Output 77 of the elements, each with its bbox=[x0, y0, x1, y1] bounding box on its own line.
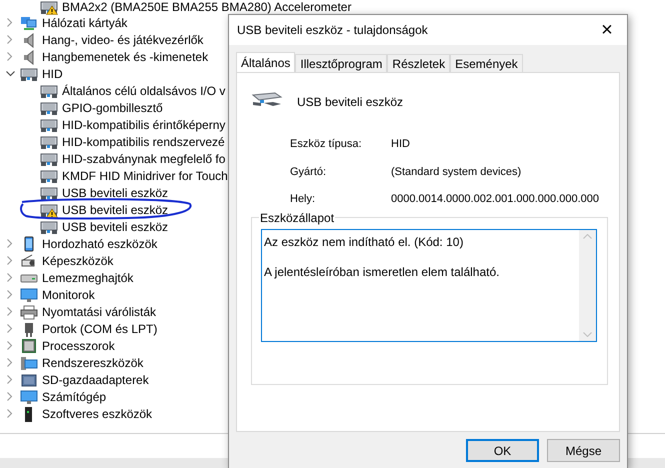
expand-chevron-icon[interactable] bbox=[7, 18, 13, 27]
category-item[interactable]: HID bbox=[38, 64, 63, 82]
category-item[interactable]: Lemezmeghajtók bbox=[38, 268, 134, 286]
monitor-icon bbox=[20, 388, 38, 404]
category-item[interactable]: SD-gazdaadapterek bbox=[38, 370, 149, 388]
category-item[interactable]: Portok (COM és LPT) bbox=[38, 320, 158, 338]
category-item[interactable]: Hang-, video- és játékvezérlők bbox=[38, 30, 204, 48]
property-label: Hely: bbox=[290, 192, 316, 207]
expand-chevron-icon[interactable] bbox=[7, 256, 13, 265]
keyboard-icon bbox=[40, 116, 58, 132]
property-label: Gyártó: bbox=[290, 164, 328, 180]
expand-chevron-icon[interactable] bbox=[7, 392, 13, 401]
expand-chevron-icon[interactable] bbox=[7, 358, 13, 367]
tab[interactable]: Események bbox=[450, 54, 523, 72]
keyboard-icon bbox=[40, 218, 58, 234]
category-item[interactable]: Monitorok bbox=[38, 286, 95, 304]
scrollbar[interactable] bbox=[579, 230, 596, 341]
device-item[interactable]: GPIO-gombillesztő bbox=[58, 98, 163, 116]
scroll-down-icon[interactable] bbox=[583, 332, 592, 337]
card-reader-icon bbox=[20, 372, 38, 388]
expand-chevron-icon[interactable] bbox=[7, 290, 13, 299]
category-item[interactable]: Rendszereszközök bbox=[38, 354, 144, 372]
keyboard-icon bbox=[40, 168, 58, 184]
network-icon bbox=[20, 14, 38, 30]
tab[interactable]: Részletek bbox=[387, 54, 450, 72]
device-item[interactable]: USB beviteli eszköz bbox=[58, 184, 168, 202]
device-item[interactable]: USB beviteli eszköz bbox=[58, 200, 168, 218]
close-button[interactable]: × bbox=[587, 15, 627, 45]
window-title: USB beviteli eszköz - tulajdonságok bbox=[236, 22, 428, 39]
device-item[interactable]: HID-kompatibilis rendszervezé bbox=[58, 132, 225, 150]
dialog-button[interactable]: Mégse bbox=[547, 439, 620, 462]
keyboard-icon bbox=[40, 184, 58, 200]
device-item[interactable]: Általános célú oldalsávos I/O v bbox=[58, 82, 226, 100]
property-value: 0000.0014.0000.002.001.000.000.000.000 bbox=[391, 192, 600, 207]
property-label: Eszköz típusa: bbox=[290, 137, 363, 152]
expand-chevron-icon[interactable] bbox=[7, 341, 13, 350]
property-value: (Standard system devices) bbox=[391, 164, 522, 180]
expand-chevron-icon[interactable] bbox=[7, 324, 13, 333]
device-item[interactable]: KMDF HID Minidriver for Touch bbox=[58, 166, 228, 184]
expand-chevron-icon[interactable] bbox=[7, 35, 13, 44]
category-item[interactable]: Képeszközök bbox=[38, 252, 114, 270]
expand-chevron-icon[interactable] bbox=[7, 375, 13, 384]
device-item[interactable]: HID-szabványnak megfelelő fo bbox=[58, 150, 226, 168]
status-text-area[interactable]: Az eszköz nem indítható el. (Kód: 10) A jelentésleíróban ismeretlen elem található. bbox=[261, 229, 597, 342]
dialog-button[interactable]: OK bbox=[466, 439, 539, 462]
category-item[interactable]: Hordozható eszközök bbox=[38, 234, 158, 252]
device-name: USB beviteli eszköz bbox=[297, 94, 404, 111]
category-item[interactable]: Szoftveres eszközök bbox=[38, 404, 152, 422]
expand-chevron-icon[interactable] bbox=[7, 307, 13, 316]
status-message: A jelentésleíróban ismeretlen elem található. bbox=[264, 264, 500, 281]
expand-chevron-icon[interactable] bbox=[7, 273, 13, 282]
device-item[interactable]: BMA2x2 (BMA250E BMA255 BMA280) Accelerometer bbox=[58, 0, 352, 16]
category-item[interactable]: Processzorok bbox=[38, 336, 115, 354]
monitor-icon bbox=[20, 286, 38, 302]
collapse-chevron-icon[interactable] bbox=[6, 70, 14, 76]
keyboard-icon bbox=[40, 150, 58, 166]
expand-chevron-icon[interactable] bbox=[7, 52, 13, 61]
status-message: Az eszköz nem indítható el. (Kód: 10) bbox=[264, 234, 464, 251]
category-item[interactable]: Hálózati kártyák bbox=[38, 14, 128, 32]
printer-icon bbox=[20, 304, 38, 320]
device-item[interactable]: HID-kompatibilis érintőképerny bbox=[58, 116, 226, 134]
expand-chevron-icon[interactable] bbox=[7, 239, 13, 248]
tab[interactable]: Általános bbox=[236, 52, 296, 73]
tab[interactable]: Illesztőprogram bbox=[295, 54, 388, 72]
keyboard-icon bbox=[40, 82, 58, 98]
expand-chevron-icon[interactable] bbox=[7, 409, 13, 418]
category-item[interactable]: Nyomtatási várólisták bbox=[38, 302, 156, 320]
keyboard-icon bbox=[40, 134, 58, 150]
chip-icon bbox=[20, 338, 38, 354]
device-item[interactable]: USB beviteli eszköz bbox=[58, 218, 168, 236]
keyboard-icon bbox=[40, 100, 58, 116]
scroll-up-icon[interactable] bbox=[583, 234, 592, 239]
keyboard-icon bbox=[20, 66, 38, 82]
property-value: HID bbox=[391, 137, 411, 152]
computer-icon bbox=[20, 354, 38, 370]
category-item[interactable]: Számítógép bbox=[38, 388, 106, 406]
category-item[interactable]: Hangbemenetek és -kimenetek bbox=[38, 48, 208, 66]
